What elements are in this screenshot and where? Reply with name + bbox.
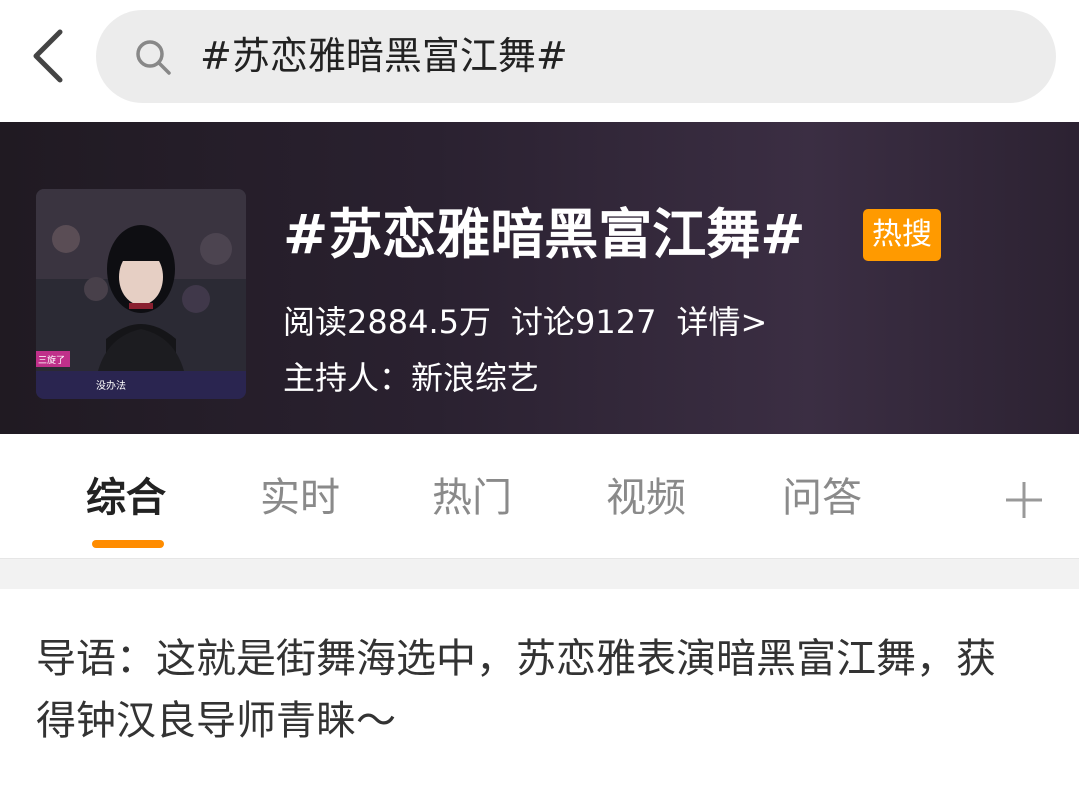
hot-search-badge: 热搜 xyxy=(863,209,941,261)
thumbnail-logo: 三旋了 xyxy=(38,354,65,366)
thumbnail-caption: 没办法 xyxy=(96,379,126,392)
topic-stats: 阅读2884.5万 讨论9127 详情> xyxy=(283,298,787,346)
tab-qa[interactable]: 问答 xyxy=(782,470,862,526)
section-divider xyxy=(0,558,1079,589)
active-tab-indicator xyxy=(92,540,164,548)
topic-host[interactable]: 主持人：新浪综艺 xyxy=(283,354,539,402)
tab-hot[interactable]: 热门 xyxy=(432,470,512,526)
read-count: 阅读2884.5万 xyxy=(283,303,491,341)
top-bar: #苏恋雅暗黑富江舞# xyxy=(0,0,1079,120)
details-link[interactable]: 详情> xyxy=(676,303,767,341)
topic-header: 没办法 三旋了 #苏恋雅暗黑富江舞# 热搜 阅读2884.5万 讨论9127 详情>… xyxy=(0,122,1079,434)
topic-page: #苏恋雅暗黑富江舞# 没办法 三旋了 #苏恋雅暗黑富江舞# 热搜 阅读2884.… xyxy=(0,0,1079,796)
plus-icon[interactable] xyxy=(1004,480,1044,520)
search-icon xyxy=(136,40,171,75)
thumbnail-image: 没办法 三旋了 xyxy=(36,189,246,399)
topic-title: #苏恋雅暗黑富江舞# xyxy=(283,203,806,266)
tab-video[interactable]: 视频 xyxy=(606,470,686,526)
tab-realtime[interactable]: 实时 xyxy=(260,470,340,526)
topic-thumbnail[interactable]: 没办法 三旋了 xyxy=(36,189,246,399)
search-bar[interactable]: #苏恋雅暗黑富江舞# xyxy=(96,10,1056,103)
tab-comprehensive[interactable]: 综合 xyxy=(86,470,166,526)
tab-bar: 综合 实时 热门 视频 问答 xyxy=(0,434,1079,558)
topic-intro: 导语：这就是街舞海选中，苏恋雅表演暗黑富江舞，获得钟汉良导师青睐～ xyxy=(36,636,996,744)
discussion-count: 讨论9127 xyxy=(510,303,657,341)
search-query[interactable]: #苏恋雅暗黑富江舞# xyxy=(200,10,568,103)
back-chevron-icon[interactable] xyxy=(26,26,70,86)
